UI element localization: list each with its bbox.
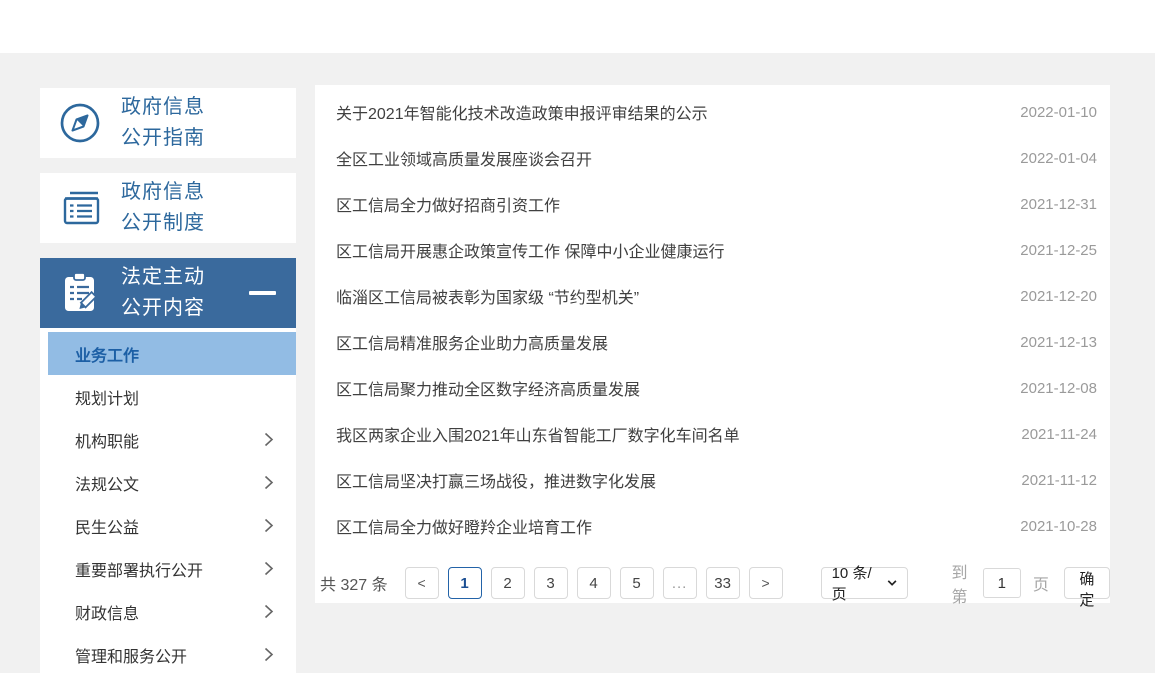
chevron-right-icon [264,561,274,576]
goto-prefix-label: 到第 [951,559,970,607]
sidebar-item-gov-info-system[interactable]: 政府信息 公开制度 [40,173,296,243]
news-date: 2021-12-31 [1020,196,1097,213]
sidebar-item-label: 法定主动 公开内容 [121,262,205,324]
submenu-item[interactable]: 重要部署执行公开 [40,547,296,590]
ledger-icon [56,184,104,232]
submenu-item-label: 机构职能 [75,428,139,452]
chevron-down-icon [887,579,897,587]
news-date: 2021-12-13 [1020,334,1097,351]
page-number-button[interactable]: ... [663,567,697,599]
submenu-item[interactable]: 业务工作 [48,332,296,375]
list-item: 全区工业领域高质量发展座谈会召开 2022-01-04 [315,135,1110,181]
news-title-link[interactable]: 区工信局开展惠企政策宣传工作 保障中小企业健康运行 [336,238,1000,262]
prev-page-button[interactable]: < [405,567,439,599]
goto-page-input[interactable] [983,568,1021,598]
submenu-item-label: 法规公文 [75,471,139,495]
list-item: 区工信局聚力推动全区数字经济高质量发展 2021-12-08 [315,365,1110,411]
sidebar: 政府信息 公开指南 政府信息 公开制度 [40,88,296,673]
news-date: 2021-11-24 [1021,426,1097,443]
news-title-link[interactable]: 区工信局全力做好瞪羚企业培育工作 [336,514,1000,538]
news-date: 2021-12-20 [1020,288,1097,305]
page-size-select[interactable]: 10 条/页 [821,567,909,599]
news-date: 2021-12-25 [1020,242,1097,259]
news-list: 关于2021年智能化技术改造政策申报评审结果的公示 2022-01-10 全区工… [315,85,1110,549]
sidebar-item-label: 政府信息 公开指南 [121,92,205,154]
news-panel: 关于2021年智能化技术改造政策申报评审结果的公示 2022-01-10 全区工… [315,85,1110,603]
chevron-right-icon [264,475,274,490]
news-title-link[interactable]: 关于2021年智能化技术改造政策申报评审结果的公示 [336,100,1000,124]
goto-page-group: 到第 页 确定 [951,559,1110,607]
submenu-item-label: 规划计划 [75,385,139,409]
submenu-item-label: 财政信息 [75,600,139,624]
submenu-item[interactable]: 规划计划 [40,375,296,418]
chevron-right-icon [264,604,274,619]
list-item: 区工信局精准服务企业助力高质量发展 2021-12-13 [315,319,1110,365]
page-number-button[interactable]: 4 [577,567,611,599]
page-header-strip [0,0,1155,53]
page-number-button[interactable]: 2 [491,567,525,599]
clipboard-pen-icon [56,269,104,317]
news-title-link[interactable]: 区工信局精准服务企业助力高质量发展 [336,330,1000,354]
list-item: 临淄区工信局被表彰为国家级 “节约型机关” 2021-12-20 [315,273,1110,319]
submenu-item-label: 管理和服务公开 [75,643,187,667]
news-date: 2021-11-12 [1021,472,1097,489]
list-item: 区工信局全力做好招商引资工作 2021-12-31 [315,181,1110,227]
news-title-link[interactable]: 区工信局全力做好招商引资工作 [336,192,1000,216]
news-title-link[interactable]: 区工信局聚力推动全区数字经济高质量发展 [336,376,1000,400]
total-count-label: 共 327 条 [320,571,388,595]
list-item: 我区两家企业入围2021年山东省智能工厂数字化车间名单 2021-11-24 [315,411,1110,457]
submenu-item[interactable]: 机构职能 [40,418,296,461]
news-date: 2022-01-04 [1020,150,1097,167]
page-number-button[interactable]: 3 [534,567,568,599]
sidebar-item-gov-info-guide[interactable]: 政府信息 公开指南 [40,88,296,158]
page-root: 政府信息 公开指南 政府信息 公开制度 [0,0,1155,673]
news-title-link[interactable]: 我区两家企业入围2021年山东省智能工厂数字化车间名单 [336,422,1001,446]
page-number-button[interactable]: 1 [448,567,482,599]
page-size-label: 10 条/页 [832,562,879,604]
page-number-button[interactable]: 5 [620,567,654,599]
submenu-item-label: 重要部署执行公开 [75,557,203,581]
compass-icon [56,99,104,147]
chevron-right-icon [264,518,274,533]
news-date: 2021-12-08 [1020,380,1097,397]
next-page-button[interactable]: > [749,567,783,599]
list-item: 区工信局全力做好瞪羚企业培育工作 2021-10-28 [315,503,1110,549]
confirm-button[interactable]: 确定 [1064,567,1110,599]
submenu-item-label: 业务工作 [75,342,139,366]
list-item: 区工信局坚决打赢三场战役，推进数字化发展 2021-11-12 [315,457,1110,503]
news-date: 2022-01-10 [1020,104,1097,121]
sidebar-item-label: 政府信息 公开制度 [121,177,205,239]
chevron-right-icon [264,647,274,662]
list-item: 关于2021年智能化技术改造政策申报评审结果的公示 2022-01-10 [315,89,1110,135]
sidebar-item-statutory-disclosure[interactable]: 法定主动 公开内容 [40,258,296,328]
page-number-button[interactable]: 33 [706,567,740,599]
news-title-link[interactable]: 区工信局坚决打赢三场战役，推进数字化发展 [336,468,1001,492]
sidebar-submenu: 业务工作 规划计划 [40,328,296,673]
submenu-item[interactable]: 法规公文 [40,461,296,504]
submenu-item[interactable]: 民生公益 [40,504,296,547]
submenu-item[interactable]: 管理和服务公开 [40,633,296,673]
submenu-item[interactable]: 财政信息 [40,590,296,633]
news-date: 2021-10-28 [1020,518,1097,535]
list-item: 区工信局开展惠企政策宣传工作 保障中小企业健康运行 2021-12-25 [315,227,1110,273]
submenu-item-label: 民生公益 [75,514,139,538]
news-title-link[interactable]: 临淄区工信局被表彰为国家级 “节约型机关” [336,284,1000,308]
goto-suffix-label: 页 [1033,571,1049,595]
pagination-bar: 共 327 条 < 1 2 3 4 5 ... 33 > 10 条/页 [315,559,1110,607]
news-title-link[interactable]: 全区工业领域高质量发展座谈会召开 [336,146,1000,170]
chevron-right-icon [264,432,274,447]
minus-icon [249,291,276,295]
